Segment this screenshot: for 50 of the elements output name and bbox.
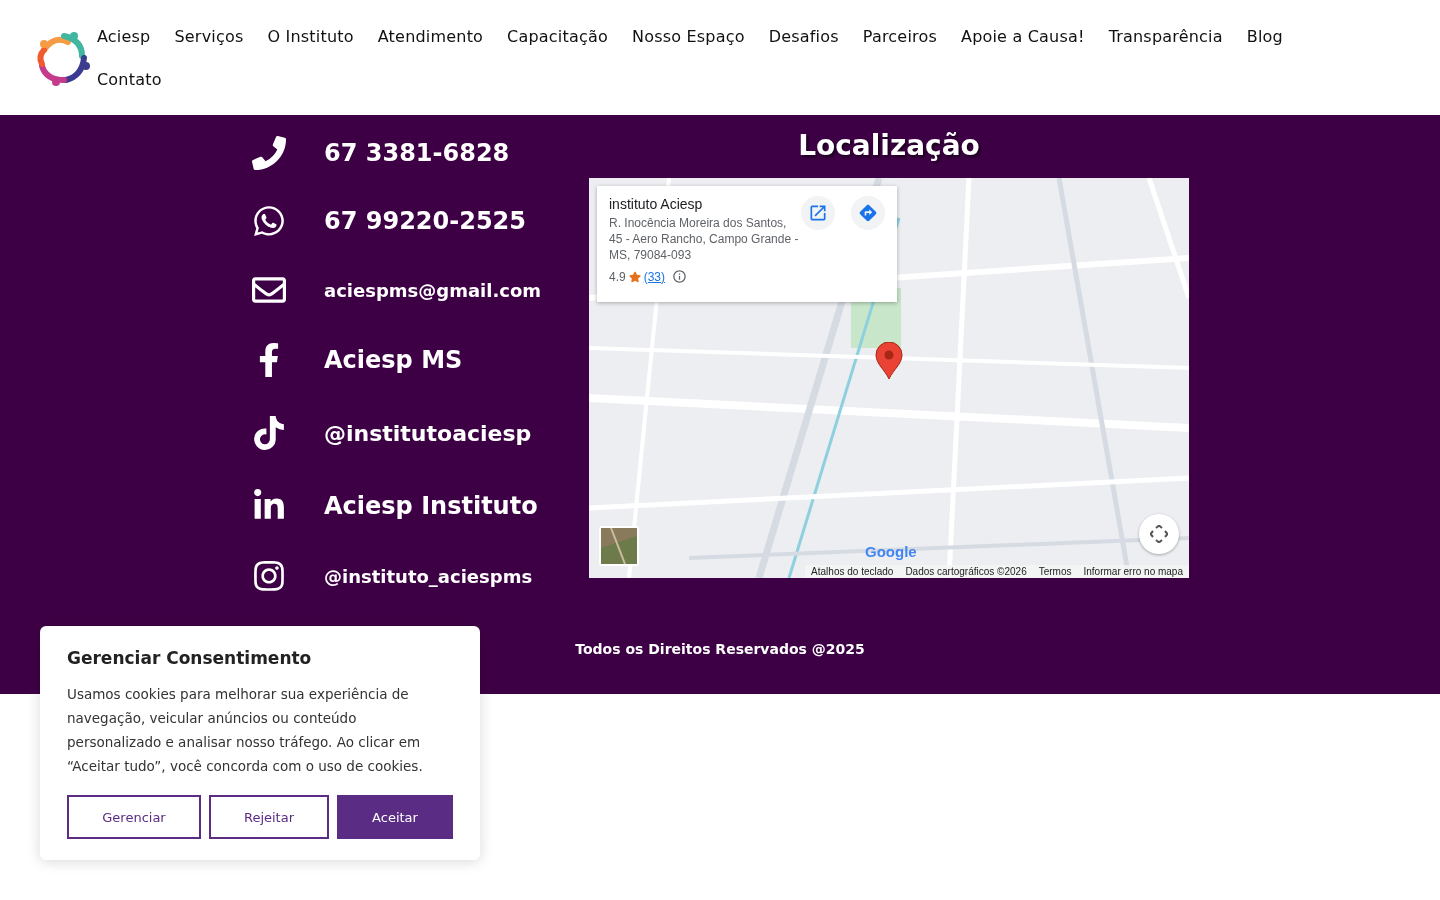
contact-text[interactable]: aciespms@gmail.com [324,279,542,301]
map-attribution-link[interactable]: Atalhos do teclado [811,566,894,577]
dialog-button[interactable]: Gerenciar [67,795,201,839]
dialog-title: Gerenciar Consentimento [67,648,313,668]
nav-link[interactable]: Serviços [174,24,244,49]
dialog-button[interactable]: Aceitar [337,795,453,839]
nav-link[interactable]: Atendimento [377,24,484,49]
star-icon [628,270,641,283]
logo-icon[interactable] [34,30,90,86]
reviews-link[interactable]: (33) [643,269,666,284]
nav-link[interactable]: Nosso Espaço [631,24,745,49]
map-attribution-link[interactable]: Termos [1038,566,1072,577]
place-name: instituto Aciesp [609,196,704,212]
nav-link[interactable]: O Instituto [267,24,354,49]
nav-link[interactable]: Blog [1246,24,1283,49]
contact-text[interactable]: 67 3381-6828 [324,139,510,167]
directions-icon [858,203,878,223]
nav-link[interactable]: Aciesp [97,24,151,49]
nav-link[interactable]: Capacitação [507,24,608,49]
phone-icon [252,136,286,170]
contact-text[interactable]: 67 99220-2525 [324,207,526,235]
dialog-text: Usamos cookies para melhorar sua experiência de navegação, veicular anúncios ou conteúdo personalizado e analisar nosso tráfego. Ao clicar em “Aceitar tudo”, você concorda com o uso de cookies. [67,685,424,776]
whatsapp-icon [252,204,286,238]
open-in-new-icon [808,203,828,223]
map-logo: Google [865,543,917,560]
section-title: Localização [798,129,980,162]
info-icon[interactable] [672,269,688,284]
nav-link[interactable]: Contato [97,67,162,92]
map[interactable]: instituto Aciesp R. Inocência Moreira dos Santos, 45 - Aero Rancho, Campo Grande - MS, 79084-093 4.9 (33) Google Atalhos do teclado Dados cartográficos ©2026 Termos Informar erro no mapa [589,178,1189,578]
map-attribution-link[interactable]: Dados cartográficos ©2026 [905,566,1027,577]
dialog-button[interactable]: Rejeitar [209,795,329,839]
contact-text[interactable]: @instituto_aciespms [324,565,533,587]
rating-value: 4.9 [609,269,626,284]
map-attribution-link[interactable]: Informar erro no mapa [1083,566,1183,577]
contact-text[interactable]: Aciesp MS [324,346,463,374]
place-address: R. Inocência Moreira dos Santos, 45 - Aero Rancho, Campo Grande - MS, 79084-093 [609,215,799,263]
tiktok-icon [252,416,286,450]
contact-text[interactable]: @institutoaciesp [324,420,532,446]
satellite-view-button[interactable] [599,526,639,566]
instagram-icon [252,559,286,593]
fullscreen-icon [1150,525,1168,543]
map-pin-icon [875,342,903,380]
nav-link[interactable]: Transparência [1108,24,1223,49]
nav-link[interactable]: Apoie a Causa! [961,24,1085,49]
open-in-new-button[interactable] [801,196,835,230]
copyright-text: Todos os Direitos Reservados @2025 [575,641,865,657]
directions-button[interactable] [851,196,885,230]
nav-link[interactable]: Desafios [768,24,839,49]
nav-link[interactable]: Parceiros [862,24,937,49]
contact-text[interactable]: Aciesp Instituto [324,492,538,520]
